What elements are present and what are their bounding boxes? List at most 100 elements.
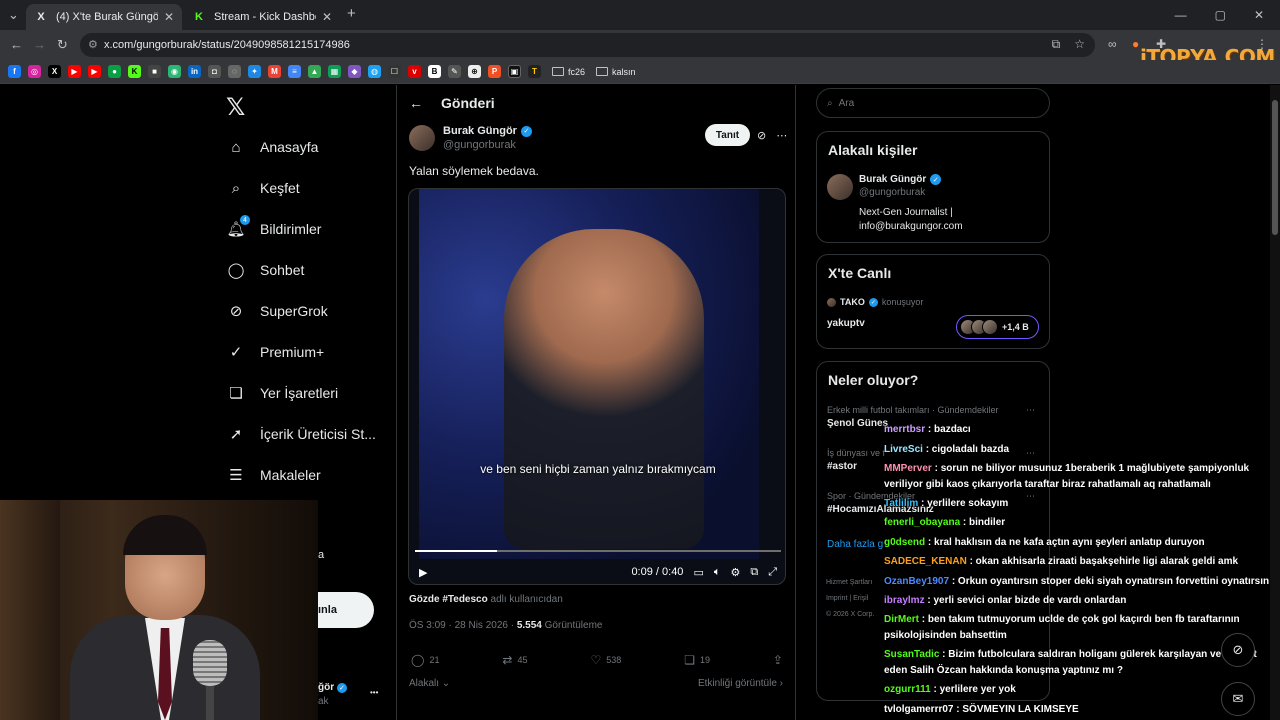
avatar[interactable] bbox=[827, 174, 853, 200]
close-tab-icon[interactable]: ✕ bbox=[164, 10, 174, 24]
bookmark-icon[interactable]: ◌ bbox=[228, 65, 241, 78]
bookmark-icon[interactable]: T bbox=[528, 65, 541, 78]
maximize-icon[interactable]: ▢ bbox=[1215, 8, 1226, 22]
reload-icon[interactable]: ↻ bbox=[57, 37, 68, 53]
author-name[interactable]: Burak Güngör bbox=[443, 125, 517, 137]
scrollbar-thumb[interactable] bbox=[1272, 100, 1278, 235]
like-button[interactable]: ♡ 538 bbox=[590, 653, 621, 667]
extension-fire-icon[interactable]: ● bbox=[1132, 37, 1139, 51]
bookmark-folder-kalsin[interactable]: kalsın bbox=[596, 67, 636, 77]
bookmark-icon[interactable]: ☐ bbox=[388, 65, 401, 78]
chat-username[interactable]: DirMert bbox=[884, 614, 919, 625]
messages-floating-icon[interactable]: ✉ bbox=[1221, 682, 1255, 716]
bookmark-icon[interactable]: ◘ bbox=[208, 65, 221, 78]
bookmark-icon[interactable]: ✦ bbox=[248, 65, 261, 78]
nav-item-8[interactable]: ➚ İçerik Üreticisi St... bbox=[226, 419, 376, 449]
nav-item-6[interactable]: ✓ Premium+ bbox=[226, 337, 324, 367]
chat-username[interactable]: OzanBey1907 bbox=[884, 576, 949, 587]
gmail-bookmark-icon[interactable]: M bbox=[268, 65, 281, 78]
drop-bookmark-icon[interactable]: ● bbox=[108, 65, 121, 78]
tab-x-post[interactable]: X (4) X'te Burak Güngör: "Yalan sö ✕ bbox=[26, 4, 182, 30]
drive-bookmark-icon[interactable]: ▲ bbox=[308, 65, 321, 78]
instagram-bookmark-icon[interactable]: ◎ bbox=[28, 65, 41, 78]
tab-list-chevron-icon[interactable]: ⌄ bbox=[8, 7, 19, 23]
video-progress-bar[interactable] bbox=[415, 550, 781, 552]
x-bookmark-icon[interactable]: X bbox=[48, 65, 61, 78]
chat-username[interactable]: g0dsend bbox=[884, 537, 925, 548]
bookmark-icon[interactable]: ◉ bbox=[168, 65, 181, 78]
back-arrow-icon[interactable]: ← bbox=[409, 95, 423, 111]
nav-item-3[interactable]: 🔔︎ 4 Bildirimler bbox=[226, 214, 321, 244]
grok-icon[interactable]: ⊘ bbox=[757, 129, 766, 142]
reply-sort-dropdown[interactable]: Alakalı ⌄ bbox=[409, 678, 450, 689]
chat-username[interactable]: SADECE_KENAN bbox=[884, 556, 967, 567]
nav-item-1[interactable]: ⌂ Anasayfa bbox=[226, 132, 318, 162]
youtube-studio-bookmark-icon[interactable]: ▶ bbox=[88, 65, 101, 78]
chat-username[interactable]: merrtbsr bbox=[884, 424, 925, 435]
relevant-user[interactable]: Burak Güngör ✓ @gungorburak Next-Gen Jour… bbox=[827, 174, 963, 234]
facebook-bookmark-icon[interactable]: f bbox=[8, 65, 21, 78]
more-options-icon[interactable]: ⋯ bbox=[776, 129, 787, 142]
account-more-icon[interactable]: ••• bbox=[370, 688, 378, 697]
nav-item-4[interactable]: ◯ Sohbet bbox=[226, 255, 305, 285]
bookmark-folder-fc26[interactable]: fc26 bbox=[552, 67, 585, 77]
volume-icon[interactable]: 🔈︎ bbox=[714, 566, 721, 579]
x-logo-icon[interactable]: 𝕏 bbox=[226, 93, 245, 122]
captions-icon[interactable]: ▭ bbox=[693, 566, 703, 579]
youtube-bookmark-icon[interactable]: ▶ bbox=[68, 65, 81, 78]
view-activity-link[interactable]: Etkinliği görüntüle › bbox=[698, 678, 783, 689]
chat-username[interactable]: SusanTadic bbox=[884, 649, 939, 660]
kick-bookmark-icon[interactable]: K bbox=[128, 65, 141, 78]
chat-username[interactable]: Tatlilim bbox=[884, 498, 918, 509]
cast-icon[interactable]: ⧉ bbox=[1052, 37, 1061, 52]
back-icon[interactable]: ← bbox=[10, 37, 23, 52]
bookmark-button[interactable]: ❏ 19 bbox=[684, 653, 710, 667]
docs-bookmark-icon[interactable]: ≡ bbox=[288, 65, 301, 78]
popout-icon[interactable]: ⧉ bbox=[750, 566, 758, 579]
bookmark-star-icon[interactable]: ☆ bbox=[1074, 37, 1085, 52]
nav-item-2[interactable]: ⌕ Keşfet bbox=[226, 173, 300, 203]
close-window-icon[interactable]: ✕ bbox=[1254, 8, 1264, 22]
forward-icon[interactable]: → bbox=[33, 37, 46, 52]
account-switcher[interactable]: ğör ✓ bbox=[318, 682, 347, 693]
new-tab-button[interactable]: + bbox=[347, 5, 356, 22]
bookmark-icon[interactable]: B bbox=[428, 65, 441, 78]
grok-floating-icon[interactable]: ⊘ bbox=[1221, 633, 1255, 667]
bookmark-icon[interactable]: ◆ bbox=[348, 65, 361, 78]
live-host[interactable]: TAKO ✓ konuşuyor bbox=[827, 297, 923, 307]
bookmark-icon[interactable]: ⊕ bbox=[468, 65, 481, 78]
live-space-title[interactable]: yakuptv bbox=[827, 318, 865, 329]
bookmark-icon[interactable]: v bbox=[408, 65, 421, 78]
reply-button[interactable]: ◯ 21 bbox=[411, 653, 439, 667]
bookmark-icon[interactable]: ✎ bbox=[448, 65, 461, 78]
promote-button[interactable]: Tanıt bbox=[705, 124, 750, 146]
nav-item-7[interactable]: ❏ Yer İşaretleri bbox=[226, 378, 338, 408]
author-handle[interactable]: @gungorburak bbox=[443, 139, 532, 151]
linkedin-bookmark-icon[interactable]: in bbox=[188, 65, 201, 78]
bookmark-icon[interactable]: ◍ bbox=[368, 65, 381, 78]
tab-kick-dashboard[interactable]: K Stream - Kick Dashboard ✕ bbox=[184, 4, 340, 30]
post-timestamp[interactable]: ÖS 3:09 · 28 Nis 2026 · bbox=[409, 620, 517, 631]
bookmark-icon[interactable]: ■ bbox=[148, 65, 161, 78]
extension-glasses-icon[interactable]: ∞ bbox=[1108, 37, 1117, 51]
chat-username[interactable]: LivreSci bbox=[884, 444, 923, 455]
more-options-icon[interactable]: ⋯ bbox=[1026, 405, 1035, 416]
show-more-link[interactable]: Daha fazla g bbox=[827, 539, 883, 550]
video-player[interactable]: ve ben seni hiçbi zaman yalnız bırakmıyc… bbox=[408, 188, 786, 585]
settings-icon[interactable]: ⚙ bbox=[730, 566, 740, 579]
sheets-bookmark-icon[interactable]: ▦ bbox=[328, 65, 341, 78]
chat-username[interactable]: MMPerver bbox=[884, 463, 932, 474]
live-listeners-pill[interactable]: +1,4 B bbox=[956, 315, 1039, 339]
chat-username[interactable]: tvlolgamerrr07 bbox=[884, 704, 953, 715]
avatar[interactable] bbox=[409, 125, 435, 151]
url-field[interactable]: ⚙ x.com/gungorburak/status/2049098581215… bbox=[80, 33, 1095, 57]
play-icon[interactable]: ▶ bbox=[419, 566, 427, 579]
post-author[interactable]: Burak Güngör ✓ @gungorburak bbox=[409, 125, 532, 151]
search-input[interactable]: ⌕ Ara bbox=[816, 88, 1050, 118]
share-button[interactable]: ⇪ bbox=[773, 653, 783, 667]
bookmark-icon[interactable]: P bbox=[488, 65, 501, 78]
fullscreen-icon[interactable]: ⤢ bbox=[768, 566, 777, 579]
repost-button[interactable]: ⇄ 45 bbox=[502, 653, 527, 667]
chat-username[interactable]: ibraylmz bbox=[884, 595, 925, 606]
nav-item-9[interactable]: ☰ Makaleler bbox=[226, 460, 320, 490]
